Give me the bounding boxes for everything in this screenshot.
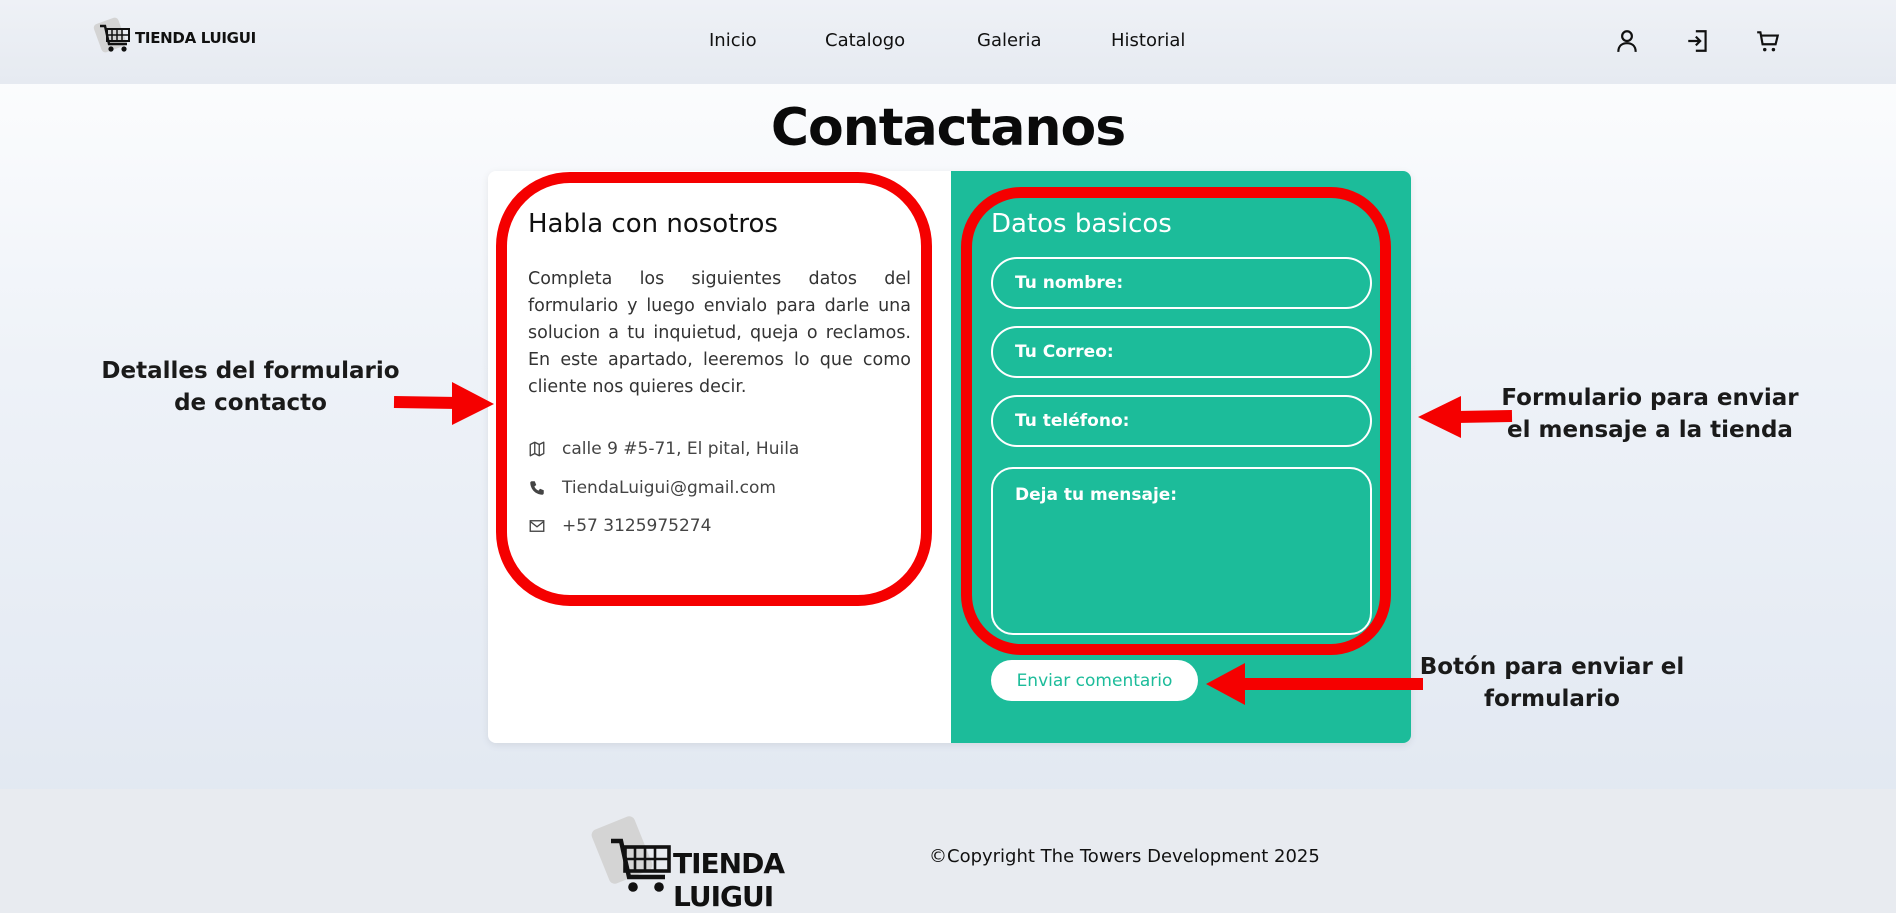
annotation-details-line1: Detalles del formulario — [101, 358, 400, 384]
annotation-details: Detalles del formulario de contacto — [98, 355, 403, 419]
annotation-button: Botón para enviar el formulario — [1406, 651, 1698, 715]
annotation-button-line2: formulario — [1484, 686, 1620, 712]
annotation-details-line2: de contacto — [174, 390, 327, 416]
footer-logo-text: TIENDA LUIGUI — [673, 847, 785, 913]
annotation-form-line1: Formulario para enviar — [1501, 385, 1799, 411]
annotation-button-line1: Botón para enviar el — [1419, 654, 1685, 680]
annotation-arrows — [393, 382, 1513, 705]
copyright-text: ©Copyright The Towers Development 2025 — [929, 846, 1320, 867]
footer-cart-logo-icon — [611, 838, 671, 892]
site-footer: TIENDA LUIGUI ©Copyright The Towers Deve… — [0, 789, 1896, 913]
annotation-form-line2: el mensaje a la tienda — [1507, 417, 1793, 443]
annotation-form: Formulario para enviar el mensaje a la t… — [1500, 382, 1800, 446]
footer-logo[interactable]: TIENDA LUIGUI — [589, 814, 871, 913]
